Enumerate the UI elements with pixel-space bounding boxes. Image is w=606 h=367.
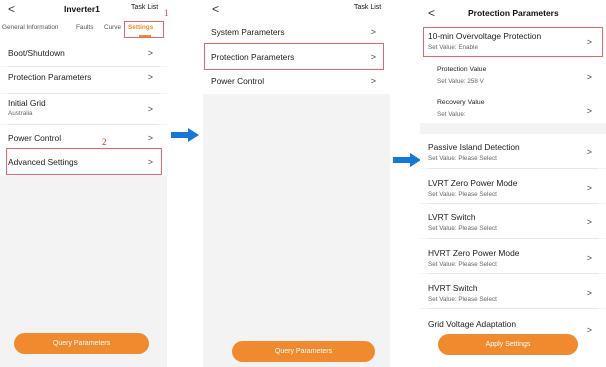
- chevron-right-icon: >: [586, 147, 592, 157]
- list-item-protection-parameters[interactable]: Protection Parameters >: [0, 67, 167, 93]
- annotation-number-2: 2: [102, 137, 107, 147]
- list-item-value: Australia: [8, 110, 33, 117]
- list-item-initial-grid[interactable]: Initial Grid Australia >: [0, 94, 167, 124]
- list-item-protection-value[interactable]: Protection Value Set Value: 258 V >: [420, 58, 606, 92]
- top-bar: < Protection Parameters: [420, 0, 606, 26]
- list-item-label: Power Control: [211, 76, 265, 86]
- list-item-hvrt-switch[interactable]: HVRT Switch Set Value: Please Select >: [420, 274, 606, 308]
- list-item-value: Set Value: Please Select: [428, 225, 497, 232]
- list-item-label: Power Control: [8, 133, 62, 143]
- tab-curve[interactable]: Curve: [104, 24, 121, 31]
- chevron-right-icon: >: [370, 27, 376, 37]
- tab-general-information[interactable]: General Information: [2, 24, 58, 31]
- list-item-label: Protection Value: [437, 66, 487, 73]
- settings-menu-screen: < Task List System Parameters > Protecti…: [203, 0, 390, 367]
- inverter-settings-screen: < Inverter1 Task List General Informatio…: [0, 0, 167, 367]
- back-icon[interactable]: <: [8, 2, 15, 16]
- chevron-right-icon: >: [586, 325, 592, 335]
- list-item-system-parameters[interactable]: System Parameters >: [203, 20, 390, 44]
- page-title: Protection Parameters: [468, 8, 559, 18]
- apply-settings-button[interactable]: Apply Settings: [438, 334, 578, 355]
- query-parameters-button[interactable]: Query Parameters: [232, 341, 375, 362]
- list-item-value: Set Value: Please Select: [428, 155, 497, 162]
- active-tab-indicator: [139, 35, 151, 37]
- list-item-label: Grid Voltage Adaptation: [428, 319, 517, 329]
- highlight-box: [423, 27, 603, 57]
- protection-parameters-screen: < Protection Parameters 10-min Overvolta…: [420, 0, 606, 367]
- list-item-value: Set Value: 258 V: [437, 78, 484, 85]
- chevron-right-icon: >: [586, 183, 592, 193]
- list-item-power-control[interactable]: Power Control >: [203, 70, 390, 94]
- list-item-value: Set Value: Please Select: [428, 296, 497, 303]
- task-list-link[interactable]: Task List: [131, 4, 158, 11]
- list-item-label: Passive Island Detection: [428, 142, 520, 152]
- list-item-label: Recovery Value: [437, 99, 485, 106]
- list-item-passive-island-detection[interactable]: Passive Island Detection Set Value: Plea…: [420, 134, 606, 168]
- list-item-lvrt-switch[interactable]: LVRT Switch Set Value: Please Select >: [420, 204, 606, 238]
- chevron-right-icon: >: [147, 133, 153, 143]
- list-item-label: Protection Parameters: [8, 72, 92, 82]
- list-item-label: LVRT Switch: [428, 212, 476, 222]
- chevron-right-icon: >: [147, 72, 153, 82]
- back-icon[interactable]: <: [428, 6, 435, 20]
- back-icon[interactable]: <: [212, 2, 219, 16]
- task-list-link[interactable]: Task List: [354, 4, 381, 11]
- chevron-right-icon: >: [586, 253, 592, 263]
- chevron-right-icon: >: [586, 72, 592, 82]
- arrow-right-icon: [393, 153, 421, 167]
- list-item-lvrt-zero-power-mode[interactable]: LVRT Zero Power Mode Set Value: Please S…: [420, 169, 606, 203]
- list-item-label: HVRT Zero Power Mode: [428, 248, 520, 258]
- tab-faults[interactable]: Faults: [76, 24, 93, 31]
- list-item-label: Boot/Shutdown: [8, 48, 65, 58]
- list-item-boot-shutdown[interactable]: Boot/Shutdown >: [0, 40, 167, 66]
- top-bar: < Inverter1 Task List: [0, 0, 167, 20]
- chevron-right-icon: >: [147, 104, 153, 114]
- chevron-right-icon: >: [147, 48, 153, 58]
- list-item-recovery-value[interactable]: Recovery Value Set Value: >: [420, 92, 606, 123]
- highlight-box: [6, 148, 162, 175]
- list-item-label: Initial Grid: [8, 98, 46, 108]
- list-item-value: Set Value: Please Select: [428, 191, 497, 198]
- highlight-box: [204, 43, 384, 70]
- list-item-value: Set Value:: [437, 111, 466, 118]
- list-item-label: HVRT Switch: [428, 283, 478, 293]
- arrow-right-icon: [171, 128, 199, 142]
- chevron-right-icon: >: [586, 217, 592, 227]
- chevron-right-icon: >: [370, 76, 376, 86]
- query-parameters-button[interactable]: Query Parameters: [14, 333, 149, 354]
- chevron-right-icon: >: [586, 288, 592, 298]
- page-title: Inverter1: [64, 4, 100, 14]
- chevron-right-icon: >: [586, 106, 592, 116]
- list-item-label: LVRT Zero Power Mode: [428, 178, 518, 188]
- list-item-value: Set Value: Please Select: [428, 261, 497, 268]
- list-item-power-control[interactable]: Power Control >: [0, 125, 167, 149]
- annotation-number-1: 1: [164, 8, 169, 18]
- list-item-label: System Parameters: [211, 27, 285, 37]
- list-item-hvrt-zero-power-mode[interactable]: HVRT Zero Power Mode Set Value: Please S…: [420, 239, 606, 273]
- top-bar: < Task List: [203, 0, 390, 20]
